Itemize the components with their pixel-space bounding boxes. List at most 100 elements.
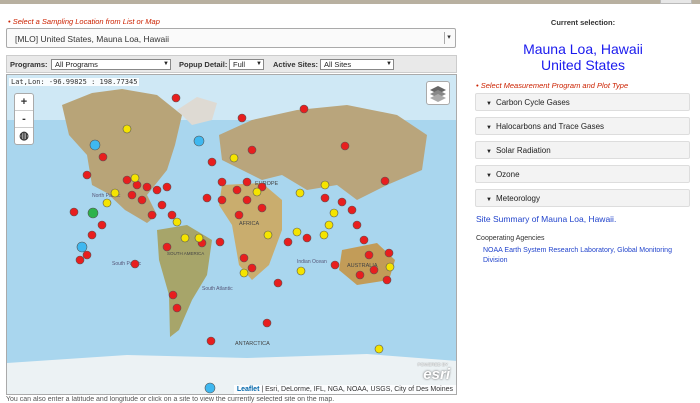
site-marker[interactable] — [359, 235, 369, 245]
site-marker[interactable] — [232, 185, 242, 195]
zoom-out-button[interactable]: - — [15, 111, 33, 128]
site-marker[interactable] — [324, 220, 334, 230]
site-marker[interactable] — [302, 233, 312, 243]
site-marker[interactable] — [142, 182, 152, 192]
site-marker[interactable] — [215, 237, 225, 247]
site-marker[interactable] — [239, 268, 249, 278]
site-marker[interactable] — [374, 344, 384, 354]
chevron-down-icon[interactable]: ▾ — [444, 32, 453, 44]
site-marker[interactable] — [89, 139, 101, 151]
site-marker[interactable] — [352, 220, 362, 230]
programs-select[interactable]: All Programs ▼ — [51, 59, 171, 70]
leaflet-link[interactable]: Leaflet — [237, 386, 260, 393]
site-marker[interactable] — [330, 260, 340, 270]
site-marker[interactable] — [295, 188, 305, 198]
site-marker[interactable] — [172, 303, 182, 313]
active-sites-select[interactable]: All Sites ▼ — [320, 59, 394, 70]
site-marker[interactable] — [217, 177, 227, 187]
site-marker[interactable] — [242, 195, 252, 205]
site-marker[interactable] — [206, 336, 216, 346]
site-marker[interactable] — [319, 230, 329, 240]
site-marker[interactable] — [262, 318, 272, 328]
site-marker[interactable] — [171, 93, 181, 103]
site-marker[interactable] — [82, 250, 92, 260]
site-summary-link[interactable]: Site Summary of Mauna Loa, Hawaii. — [476, 214, 616, 224]
site-marker[interactable] — [234, 210, 244, 220]
popup-detail-select[interactable]: Full ▼ — [229, 59, 264, 70]
site-marker[interactable] — [382, 275, 392, 285]
site-marker[interactable] — [237, 113, 247, 123]
accordion-solar-radiation[interactable]: ▼ Solar Radiation — [475, 141, 690, 159]
site-marker[interactable] — [292, 227, 302, 237]
accordion-ozone[interactable]: ▼ Ozone — [475, 165, 690, 183]
site-marker[interactable] — [102, 198, 112, 208]
site-marker[interactable] — [82, 170, 92, 180]
site-marker[interactable] — [296, 266, 306, 276]
site-marker[interactable] — [97, 220, 107, 230]
site-marker[interactable] — [384, 248, 394, 258]
site-marker[interactable] — [369, 265, 379, 275]
site-marker[interactable] — [152, 185, 162, 195]
site-marker[interactable] — [229, 153, 239, 163]
site-marker[interactable] — [242, 177, 252, 187]
layers-button[interactable] — [426, 81, 450, 105]
site-marker[interactable] — [329, 208, 339, 218]
site-marker[interactable] — [202, 193, 212, 203]
site-marker[interactable] — [76, 241, 88, 253]
accordion-meteorology[interactable]: ▼ Meteorology — [475, 189, 690, 207]
site-marker[interactable] — [167, 210, 177, 220]
site-marker[interactable] — [380, 176, 390, 186]
site-marker[interactable] — [273, 278, 283, 288]
site-marker[interactable] — [320, 180, 330, 190]
site-marker[interactable] — [87, 230, 97, 240]
site-marker[interactable] — [194, 233, 204, 243]
site-marker[interactable] — [110, 188, 120, 198]
site-marker[interactable] — [247, 145, 257, 155]
site-marker[interactable] — [385, 262, 395, 272]
indian-ocean-label: Indian Ocean — [297, 259, 327, 265]
site-marker[interactable] — [252, 187, 262, 197]
top-bar-tab[interactable] — [660, 0, 692, 4]
site-marker[interactable] — [162, 182, 172, 192]
site-marker[interactable] — [122, 124, 132, 134]
accordion-carbon-cycle-gases[interactable]: ▼ Carbon Cycle Gases — [475, 93, 690, 111]
site-marker[interactable] — [320, 193, 330, 203]
site-marker[interactable] — [137, 195, 147, 205]
site-marker[interactable] — [69, 207, 79, 217]
site-marker[interactable] — [217, 195, 227, 205]
site-marker[interactable] — [130, 259, 140, 269]
site-marker[interactable] — [207, 157, 217, 167]
accordion-halocarbons[interactable]: ▼ Halocarbons and Trace Gases — [475, 117, 690, 135]
site-marker[interactable] — [364, 250, 374, 260]
site-marker[interactable] — [299, 104, 309, 114]
site-marker[interactable] — [355, 270, 365, 280]
site-marker[interactable] — [130, 173, 140, 183]
site-marker[interactable] — [193, 135, 205, 147]
locate-button[interactable]: ◍ — [15, 128, 33, 144]
site-marker[interactable] — [204, 382, 216, 394]
site-marker[interactable] — [168, 290, 178, 300]
site-marker[interactable] — [263, 230, 273, 240]
site-marker[interactable] — [340, 141, 350, 151]
site-marker[interactable] — [257, 203, 267, 213]
current-selection-label: Current selection: — [550, 18, 616, 27]
site-marker[interactable] — [147, 210, 157, 220]
location-select[interactable]: [MLO] United States, Mauna Loa, Hawaii ▾ — [6, 28, 456, 48]
site-marker[interactable] — [98, 152, 108, 162]
site-map[interactable]: North Pacific South Pacific South Atlant… — [6, 74, 457, 395]
site-marker[interactable] — [283, 237, 293, 247]
site-marker[interactable] — [180, 233, 190, 243]
site-marker[interactable] — [247, 263, 257, 273]
zoom-in-button[interactable]: + — [15, 94, 33, 111]
site-marker[interactable] — [347, 205, 357, 215]
site-marker[interactable] — [337, 197, 347, 207]
site-marker-mlo[interactable] — [87, 207, 99, 219]
site-marker[interactable] — [127, 190, 137, 200]
site-marker[interactable] — [162, 242, 172, 252]
site-marker[interactable] — [172, 217, 182, 227]
cooperating-agency-link[interactable]: NOAA Earth System Research Laboratory, G… — [483, 246, 693, 266]
site-marker[interactable] — [157, 200, 167, 210]
site-marker[interactable] — [239, 253, 249, 263]
site-marker[interactable] — [122, 175, 132, 185]
site-marker[interactable] — [75, 255, 85, 265]
